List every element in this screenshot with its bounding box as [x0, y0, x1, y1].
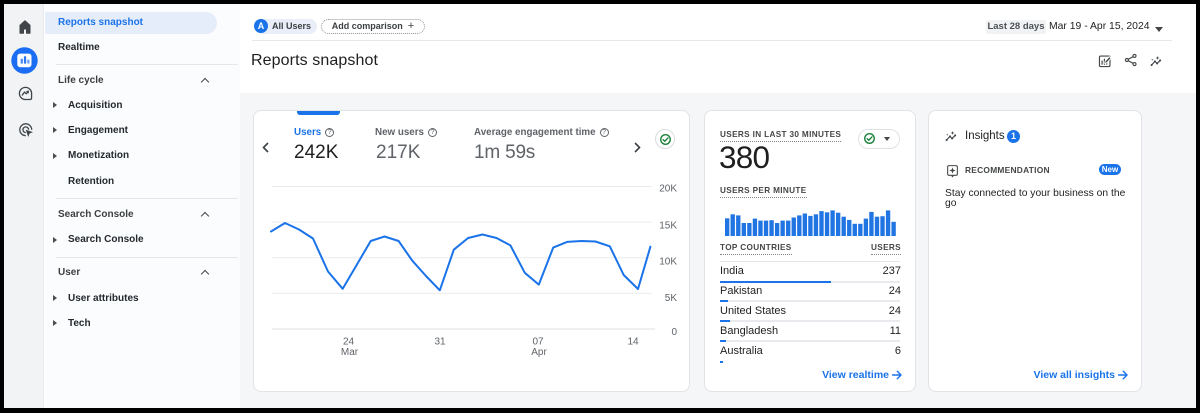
- svg-text:Mar: Mar: [341, 347, 359, 358]
- svg-text:15K: 15K: [659, 221, 677, 232]
- svg-text:Apr: Apr: [531, 347, 547, 358]
- svg-text:0: 0: [671, 327, 677, 338]
- svg-text:07: 07: [532, 337, 544, 348]
- svg-text:24: 24: [343, 337, 355, 348]
- svg-text:10K: 10K: [659, 257, 677, 268]
- svg-text:14: 14: [627, 337, 639, 348]
- svg-text:5K: 5K: [665, 293, 678, 304]
- svg-text:20K: 20K: [659, 184, 677, 195]
- svg-text:31: 31: [434, 337, 446, 348]
